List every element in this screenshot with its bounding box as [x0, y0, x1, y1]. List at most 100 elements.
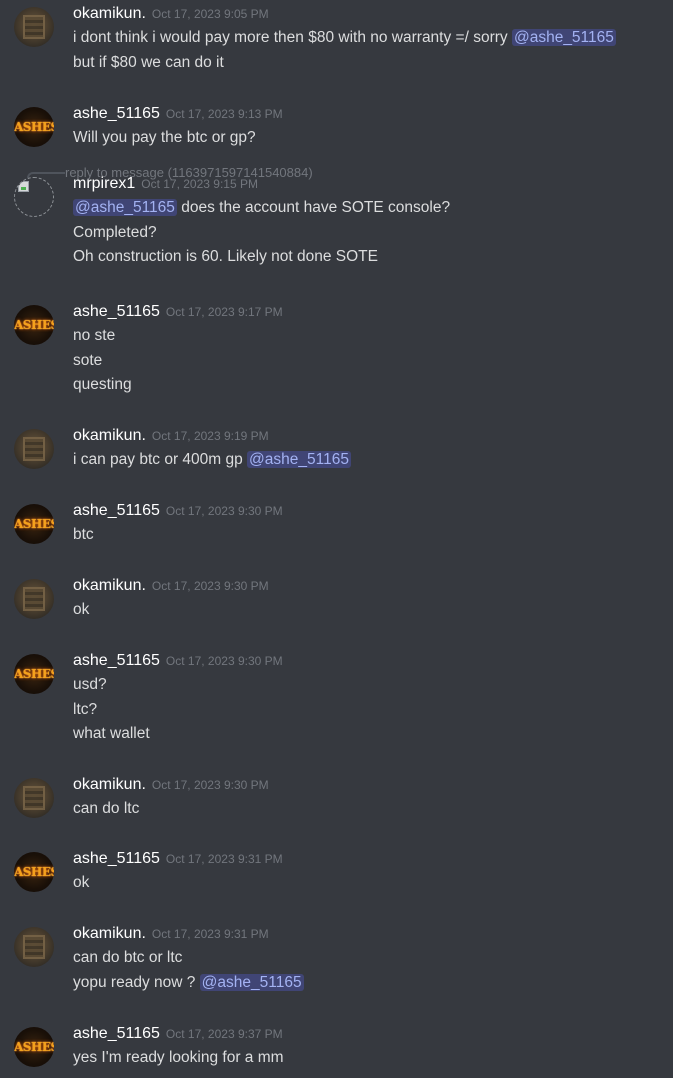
ashes-avatar[interactable]: ASHES	[14, 305, 54, 345]
message-text: what wallet	[73, 725, 150, 742]
message-content: ok	[73, 598, 663, 623]
okamikun-avatar[interactable]	[14, 927, 54, 967]
username[interactable]: okamikun.	[73, 427, 146, 444]
username[interactable]: okamikun.	[73, 577, 146, 594]
avatar-logo-text: ASHES	[14, 517, 54, 531]
message-line: ok	[73, 871, 663, 896]
message-header: okamikun. Oct 17, 2023 9:30 PM	[73, 776, 269, 794]
message-line: can do btc or ltc	[73, 946, 663, 971]
message-line: no ste	[73, 324, 663, 349]
ashes-avatar[interactable]: ASHES	[14, 504, 54, 544]
avatar-image	[23, 15, 45, 39]
message-line: usd?	[73, 673, 663, 698]
message-line: btc	[73, 523, 663, 548]
timestamp[interactable]: Oct 17, 2023 9:37 PM	[166, 1027, 283, 1041]
message-line: what wallet	[73, 722, 663, 747]
message-line: yopu ready now ? @ashe_51165	[73, 971, 663, 996]
message-content: can do btc or ltc yopu ready now ? @ashe_…	[73, 946, 663, 995]
avatar-logo-text: ASHES	[14, 865, 54, 879]
ashes-avatar[interactable]: ASHES	[14, 654, 54, 694]
message-line: but if $80 we can do it	[73, 51, 663, 76]
user-mention[interactable]: @ashe_51165	[73, 199, 177, 216]
message-text: yes I'm ready looking for a mm	[73, 1049, 284, 1066]
message-content: yes I'm ready looking for a mm	[73, 1046, 663, 1071]
timestamp[interactable]: Oct 17, 2023 9:15 PM	[141, 177, 258, 191]
okamikun-avatar[interactable]	[14, 579, 54, 619]
timestamp[interactable]: Oct 17, 2023 9:30 PM	[166, 654, 283, 668]
message-text: questing	[73, 376, 132, 393]
message-text: i dont think i would pay more then $80 w…	[73, 29, 512, 46]
user-mention[interactable]: @ashe_51165	[199, 973, 304, 991]
message-text: yopu ready now ?	[73, 973, 200, 991]
timestamp[interactable]: Oct 17, 2023 9:17 PM	[166, 305, 283, 319]
avatar-logo-text: ASHES	[14, 667, 54, 681]
message-content: i dont think i would pay more then $80 w…	[73, 26, 663, 75]
avatar-image	[23, 935, 45, 959]
avatar-image	[23, 437, 45, 461]
username[interactable]: ashe_51165	[73, 652, 160, 669]
message-line: i dont think i would pay more then $80 w…	[73, 26, 663, 51]
broken-image-avatar[interactable]	[14, 177, 54, 217]
message-header: ashe_51165 Oct 17, 2023 9:13 PM	[73, 105, 283, 123]
ashes-avatar[interactable]: ASHES	[14, 852, 54, 892]
timestamp[interactable]: Oct 17, 2023 9:30 PM	[152, 778, 269, 792]
message-line: questing	[73, 373, 663, 398]
message-header: ashe_51165 Oct 17, 2023 9:30 PM	[73, 502, 283, 520]
username[interactable]: okamikun.	[73, 776, 146, 793]
avatar-image	[23, 786, 45, 810]
message-content: i can pay btc or 400m gp @ashe_51165	[73, 448, 663, 473]
okamikun-avatar[interactable]	[14, 429, 54, 469]
message-text: ltc?	[73, 700, 98, 718]
message-text: but if $80 we can do it	[73, 53, 224, 71]
user-mention[interactable]: @ashe_51165	[247, 451, 351, 468]
message-content: btc	[73, 523, 663, 548]
ashes-avatar[interactable]: ASHES	[14, 1027, 54, 1067]
username[interactable]: okamikun.	[73, 5, 146, 22]
timestamp[interactable]: Oct 17, 2023 9:05 PM	[152, 7, 269, 21]
message-content: no ste sote questing	[73, 324, 663, 398]
message-text: Completed?	[73, 223, 157, 241]
okamikun-avatar[interactable]	[14, 778, 54, 818]
message-text: sote	[73, 351, 103, 369]
timestamp[interactable]: Oct 17, 2023 9:30 PM	[152, 579, 269, 593]
username[interactable]: ashe_51165	[73, 850, 160, 867]
avatar-logo-text: ASHES	[14, 318, 54, 332]
avatar-logo-text: ASHES	[14, 1040, 54, 1054]
message-text: btc	[73, 526, 94, 543]
username[interactable]: ashe_51165	[73, 105, 160, 122]
message-line: can do ltc	[73, 797, 663, 822]
message-content: can do ltc	[73, 797, 663, 822]
ashes-avatar[interactable]: ASHES	[14, 107, 54, 147]
username[interactable]: ashe_51165	[73, 303, 160, 320]
username[interactable]: mrpirex1	[73, 175, 135, 192]
message-text: Will you pay the btc or gp?	[73, 129, 256, 146]
message-text: can do ltc	[73, 800, 140, 817]
timestamp[interactable]: Oct 17, 2023 9:13 PM	[166, 107, 283, 121]
okamikun-avatar[interactable]	[14, 7, 54, 47]
message-header: ashe_51165 Oct 17, 2023 9:31 PM	[73, 850, 283, 868]
message-text: ok	[73, 601, 90, 618]
message-line: sote	[73, 349, 663, 374]
avatar-logo-text: ASHES	[14, 120, 54, 134]
message-content: @ashe_51165 does the account have SOTE c…	[73, 196, 663, 270]
message-text: usd?	[73, 676, 107, 693]
message-header: okamikun. Oct 17, 2023 9:19 PM	[73, 427, 269, 445]
username[interactable]: ashe_51165	[73, 1025, 160, 1042]
message-text: no ste	[73, 327, 116, 344]
message-header: okamikun. Oct 17, 2023 9:05 PM	[73, 5, 269, 23]
user-mention[interactable]: @ashe_51165	[511, 29, 616, 46]
username[interactable]: okamikun.	[73, 925, 146, 942]
timestamp[interactable]: Oct 17, 2023 9:31 PM	[166, 852, 283, 866]
message-line: Will you pay the btc or gp?	[73, 126, 663, 151]
message-header: okamikun. Oct 17, 2023 9:30 PM	[73, 577, 269, 595]
message-line: ltc?	[73, 698, 663, 723]
chat-log: okamikun. Oct 17, 2023 9:05 PM i dont thin…	[0, 0, 673, 1078]
message-content: Will you pay the btc or gp?	[73, 126, 663, 151]
message-line: i can pay btc or 400m gp @ashe_51165	[73, 448, 663, 473]
timestamp[interactable]: Oct 17, 2023 9:30 PM	[166, 504, 283, 518]
username[interactable]: ashe_51165	[73, 502, 160, 519]
message-content: usd? ltc? what wallet	[73, 673, 663, 747]
timestamp[interactable]: Oct 17, 2023 9:31 PM	[152, 927, 269, 941]
timestamp[interactable]: Oct 17, 2023 9:19 PM	[152, 429, 269, 443]
message-header: ashe_51165 Oct 17, 2023 9:30 PM	[73, 652, 283, 670]
